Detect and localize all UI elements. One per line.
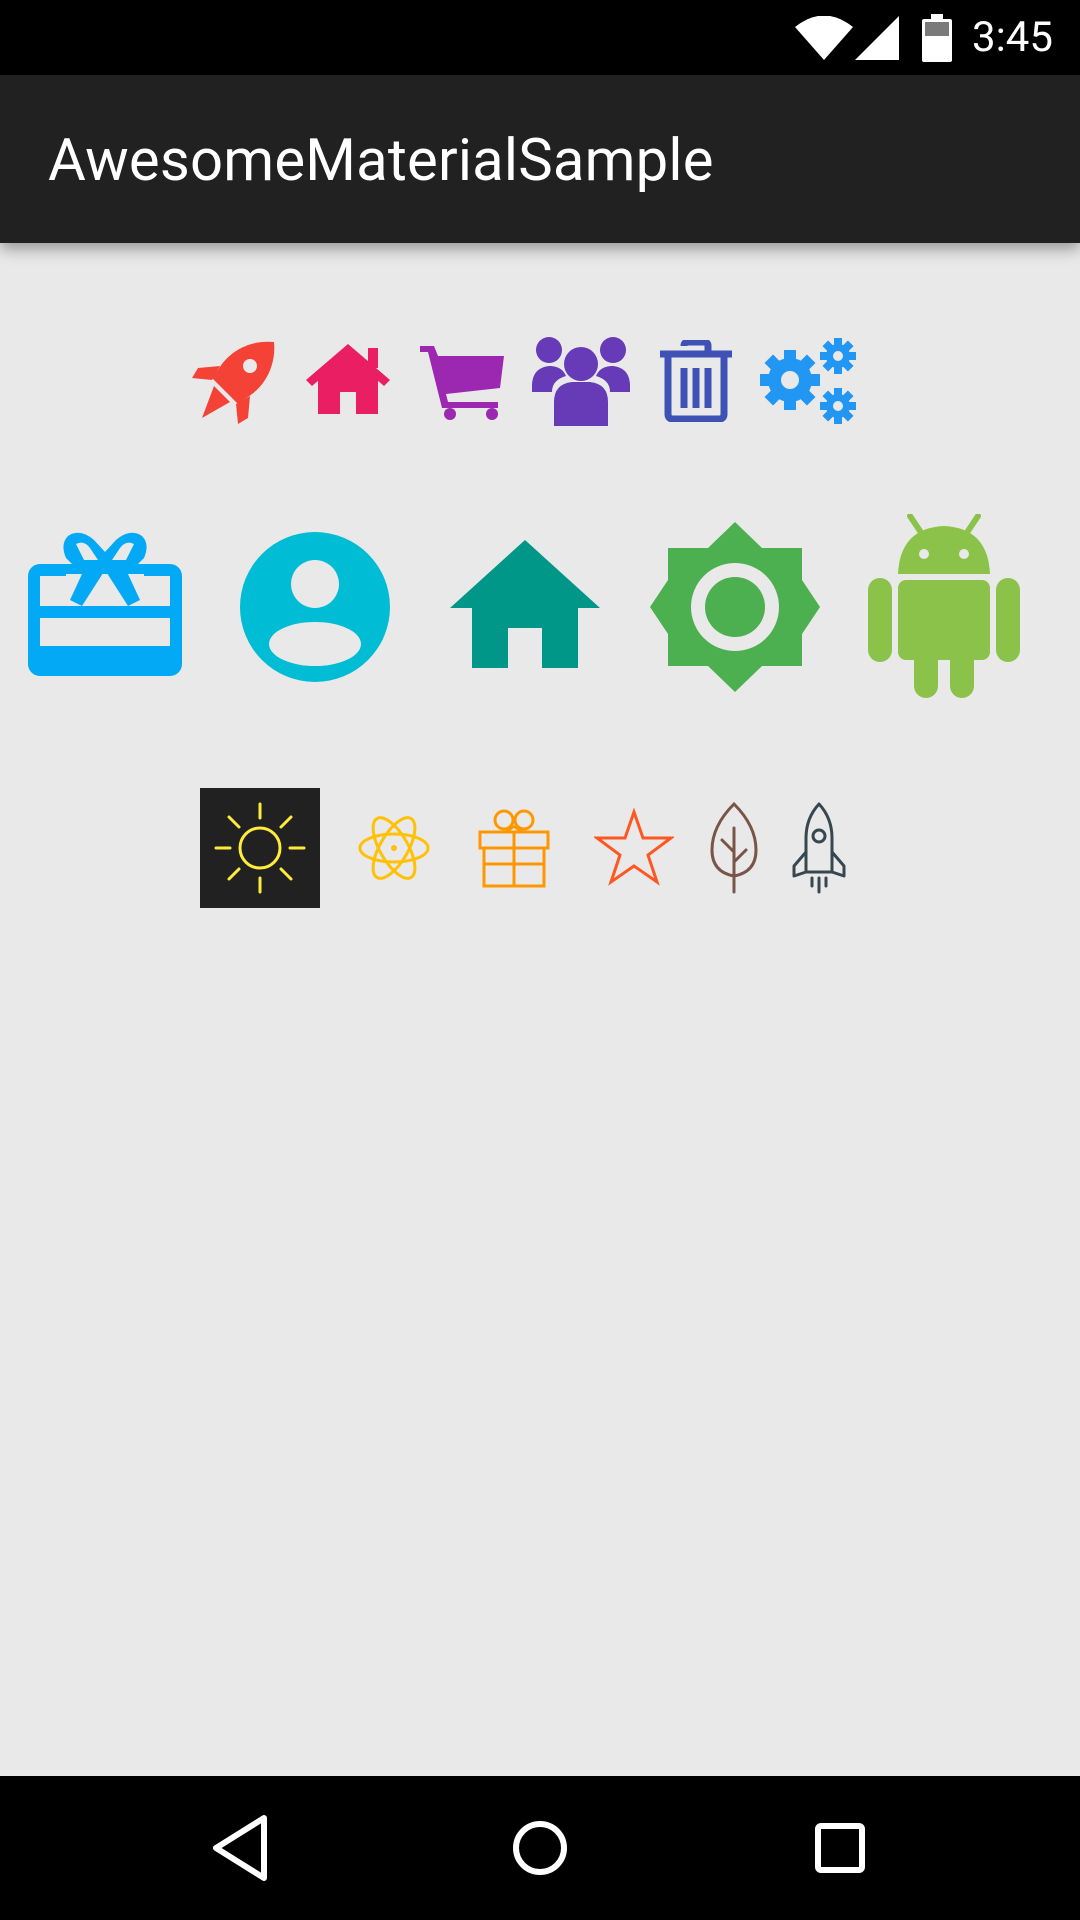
wifi-icon <box>795 16 853 60</box>
cell-signal-icon <box>855 16 899 60</box>
app-title: AwesomeMaterialSample <box>48 127 714 195</box>
users-icon <box>532 337 630 426</box>
leaf-icon <box>710 802 758 894</box>
battery-icon <box>922 14 952 62</box>
recents-icon <box>815 1823 865 1873</box>
home-circle-icon <box>513 1821 567 1875</box>
back-icon <box>213 1815 267 1881</box>
gift-icon <box>478 809 550 888</box>
status-time: 3:45 <box>972 13 1053 62</box>
rocket-icon <box>192 341 275 424</box>
star-icon <box>594 808 674 886</box>
android-icon <box>868 514 1020 698</box>
card-giftcard-icon <box>28 532 182 676</box>
nav-recents-button[interactable] <box>768 1776 912 1920</box>
navigation-bar <box>0 1776 1080 1920</box>
app-bar: AwesomeMaterialSample <box>0 75 1080 243</box>
sun-icon-tile <box>200 788 320 908</box>
home-icon <box>306 344 390 414</box>
nav-home-button[interactable] <box>468 1776 612 1920</box>
account-circle-icon <box>240 532 390 682</box>
brightness-icon <box>650 522 820 692</box>
shopping-cart-icon <box>420 346 504 420</box>
cogs-icon <box>760 338 856 424</box>
status-bar: 3:45 <box>0 0 1080 75</box>
trash-icon <box>660 340 732 422</box>
home-icon <box>450 540 600 668</box>
sun-icon <box>214 802 306 894</box>
atom-icon <box>358 816 430 880</box>
rocket-icon <box>792 802 846 894</box>
nav-back-button[interactable] <box>170 1776 314 1920</box>
